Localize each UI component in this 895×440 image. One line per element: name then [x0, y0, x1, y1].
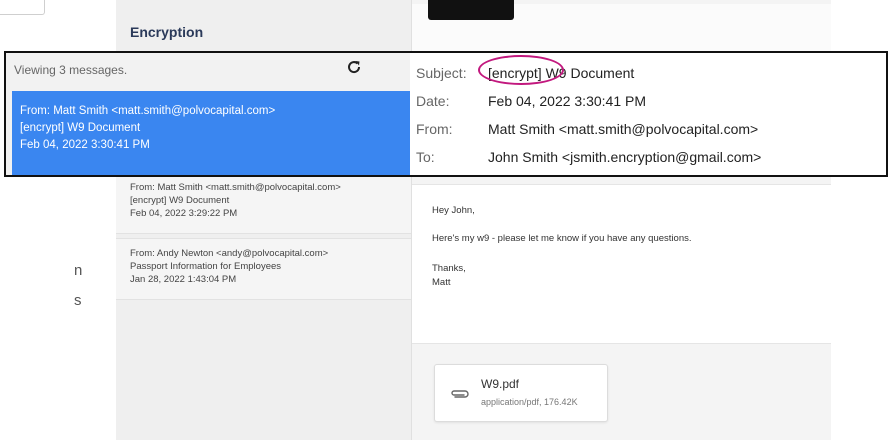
message-from: From: Andy Newton <andy@polvocapital.com…: [130, 248, 329, 259]
date-label: Date:: [416, 93, 450, 109]
message-date: Jan 28, 2022 1:43:04 PM: [130, 274, 237, 285]
body-signature: Matt: [432, 277, 451, 288]
list-item[interactable]: From: Andy Newton <andy@polvocapital.com…: [116, 238, 411, 300]
cut-off-text-fragment: n: [74, 262, 83, 279]
subject-label: Subject:: [416, 65, 467, 81]
partial-window-edge: [0, 0, 45, 15]
message-from: From: Matt Smith <matt.smith@polvocapita…: [130, 182, 341, 193]
message-count: Viewing 3 messages.: [14, 63, 128, 77]
attachment-card[interactable]: W9.pdf application/pdf, 176.42K: [434, 364, 608, 422]
body-closing: Thanks,: [432, 263, 466, 274]
paperclip-icon: [449, 387, 471, 405]
date-value: Feb 04, 2022 3:30:41 PM: [488, 93, 646, 109]
message-from: From: Matt Smith <matt.smith@polvocapita…: [20, 105, 276, 117]
message-subject: [encrypt] W9 Document: [20, 122, 141, 134]
subject-tag: [encrypt]: [488, 65, 542, 81]
selected-message[interactable]: From: Matt Smith <matt.smith@polvocapita…: [12, 91, 410, 175]
body-greeting: Hey John,: [432, 205, 475, 216]
message-body: Hey John, Here's my w9 - please let me k…: [412, 184, 831, 344]
body-text: Here's my w9 - please let me know if you…: [432, 233, 692, 244]
attachment-meta: application/pdf, 176.42K: [481, 397, 578, 407]
app-title: Encryption: [130, 24, 204, 40]
from-value: Matt Smith <matt.smith@polvocapital.com>: [488, 121, 759, 137]
message-date: Feb 04, 2022 3:30:41 PM: [20, 139, 150, 151]
subject-value: [encrypt] W9 Document: [488, 65, 634, 81]
message-subject: [encrypt] W9 Document: [130, 195, 230, 206]
message-date: Feb 04, 2022 3:29:22 PM: [130, 208, 238, 219]
refresh-icon[interactable]: [346, 59, 362, 80]
message-subject: Passport Information for Employees: [130, 261, 282, 272]
subject-text: W9 Document: [545, 65, 635, 81]
list-item[interactable]: From: Matt Smith <matt.smith@polvocapita…: [116, 172, 411, 234]
from-label: From:: [416, 121, 453, 137]
toolbar-tab[interactable]: [428, 0, 514, 20]
cut-off-text-fragment: s: [74, 292, 82, 309]
to-value: John Smith <jsmith.encryption@gmail.com>: [488, 149, 762, 165]
to-label: To:: [416, 149, 435, 165]
attachment-name: W9.pdf: [481, 377, 520, 391]
attachments-area: W9.pdf application/pdf, 176.42K: [412, 346, 831, 440]
zoomed-header-overlay: Viewing 3 messages. From: Matt Smith <ma…: [4, 51, 888, 177]
message-list-header: Viewing 3 messages. From: Matt Smith <ma…: [6, 53, 410, 175]
